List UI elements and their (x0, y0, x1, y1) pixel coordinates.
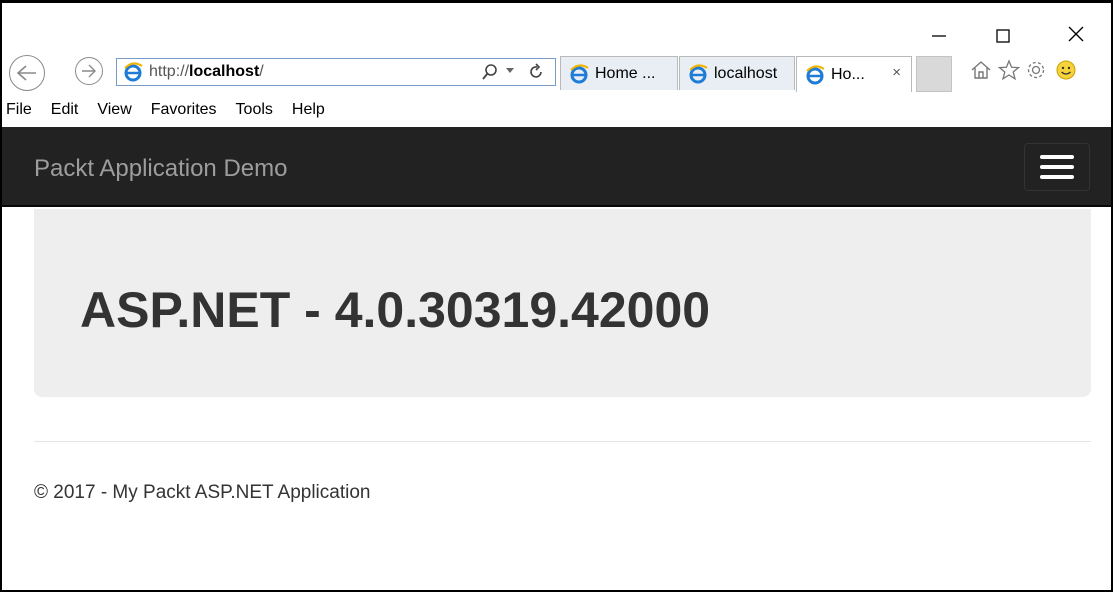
refresh-icon[interactable] (527, 63, 545, 81)
back-button[interactable] (9, 55, 45, 91)
footer-copyright: © 2017 - My Packt ASP.NET Application (34, 482, 371, 503)
tab-label: Home ... (595, 64, 656, 82)
navbar-toggle-button[interactable] (1024, 143, 1090, 191)
navbar: Packt Application Demo (2, 127, 1111, 207)
star-icon[interactable] (998, 59, 1020, 81)
ie-logo-icon (124, 62, 143, 82)
tab-close-button[interactable]: × (892, 64, 901, 81)
menu-bar: File Edit View Favorites Tools Help (2, 95, 1111, 125)
ie-logo-icon (570, 63, 589, 83)
page-viewport: Packt Application Demo ASP.NET - 4.0.303… (2, 127, 1111, 590)
tab-label: localhost (714, 64, 778, 82)
address-bar[interactable]: http://localhost/ (116, 58, 556, 86)
maximize-icon (996, 29, 1010, 43)
smiley-icon[interactable] (1055, 59, 1077, 81)
menu-favorites[interactable]: Favorites (151, 101, 217, 119)
browser-window: http://localhost/ Home ... localhost Ho.… (0, 0, 1113, 592)
forward-button[interactable] (75, 57, 103, 85)
chevron-down-icon[interactable] (505, 67, 515, 75)
hamburger-bar (1040, 165, 1074, 169)
ie-logo-icon (689, 63, 708, 83)
url-text: http://localhost/ (149, 63, 264, 80)
gear-icon[interactable] (1025, 59, 1047, 81)
close-window-button[interactable] (1053, 23, 1099, 45)
menu-file[interactable]: File (6, 101, 32, 119)
back-arrow-icon (16, 65, 36, 81)
browser-tab-active[interactable]: Ho... × (796, 56, 912, 92)
close-icon (1068, 26, 1084, 42)
menu-edit[interactable]: Edit (51, 101, 79, 119)
maximize-button[interactable] (980, 25, 1026, 47)
browser-tab[interactable]: Home ... (560, 56, 678, 90)
minimize-icon (932, 35, 946, 37)
footer-divider (34, 441, 1091, 442)
minimize-button[interactable] (916, 23, 962, 45)
search-icon[interactable] (481, 63, 499, 81)
hamburger-bar (1040, 175, 1074, 179)
forward-arrow-icon (82, 64, 96, 78)
menu-tools[interactable]: Tools (236, 101, 273, 119)
jumbotron: ASP.NET - 4.0.30319.42000 (34, 209, 1091, 397)
browser-tab[interactable]: localhost (679, 56, 795, 90)
tab-label: Ho... (831, 65, 865, 83)
new-tab-button[interactable] (916, 56, 952, 92)
hamburger-bar (1040, 155, 1074, 159)
navbar-brand-link[interactable]: Packt Application Demo (34, 155, 287, 183)
page-title: ASP.NET - 4.0.30319.42000 (80, 282, 711, 338)
menu-help[interactable]: Help (292, 101, 325, 119)
menu-view[interactable]: View (97, 101, 131, 119)
home-icon[interactable] (970, 59, 992, 81)
ie-logo-icon (806, 64, 825, 84)
